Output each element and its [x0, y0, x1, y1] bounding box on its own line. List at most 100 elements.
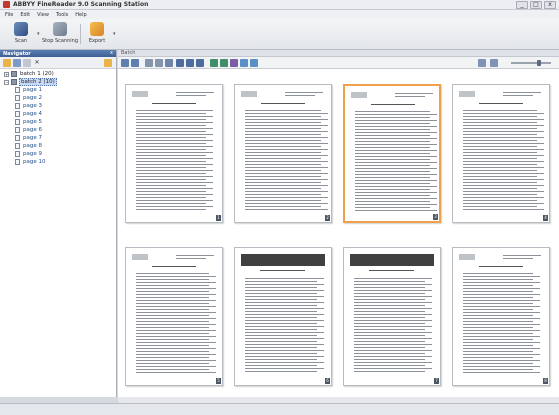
page-text-line	[245, 293, 317, 294]
page-text-line	[136, 291, 209, 292]
page-text-line	[136, 149, 206, 150]
zoom-slider[interactable]	[511, 62, 551, 64]
split-icon[interactable]	[155, 59, 163, 67]
expand-icon[interactable]: +	[4, 71, 9, 77]
tree-item-page-7[interactable]: page 7	[0, 134, 116, 142]
page-text-line	[136, 146, 213, 147]
page-text-line	[136, 285, 209, 286]
contrast-icon[interactable]	[250, 59, 258, 67]
properties-icon[interactable]	[13, 59, 21, 67]
page-number-badge: 8	[543, 378, 548, 384]
tree-item-page-3[interactable]: page 3	[0, 102, 116, 110]
page-text-line	[245, 338, 324, 339]
page-text-line	[245, 203, 328, 204]
page-thumbnail-8[interactable]: 8	[452, 247, 550, 386]
page-text-line	[136, 363, 209, 364]
rotate-left-icon[interactable]	[121, 59, 129, 67]
maximize-button[interactable]: □	[530, 1, 542, 9]
page-thumbnail-7[interactable]: 7	[343, 247, 441, 386]
page-thumbnail-6[interactable]: 6	[234, 247, 332, 386]
page-text-line	[136, 300, 216, 301]
close-button[interactable]: x	[544, 1, 556, 9]
menu-edit[interactable]: Edit	[20, 12, 30, 18]
page-text-line	[354, 335, 425, 336]
folder-icon[interactable]	[104, 59, 112, 67]
page-header-line	[176, 258, 206, 259]
collapse-icon[interactable]: −	[4, 79, 9, 85]
enhance-icon[interactable]	[210, 59, 218, 67]
page-thumbnail-4[interactable]: 4	[452, 84, 550, 223]
page-text-line	[136, 339, 209, 340]
page-text-line	[354, 326, 432, 327]
page-icon[interactable]	[145, 59, 153, 67]
page-thumbnail-3[interactable]: 3	[343, 84, 441, 223]
navigator-panel: Navigator x ✕ + batch 1 (20) − batch 2 (…	[0, 50, 117, 397]
page-text-line	[463, 360, 540, 361]
menu-tools[interactable]: Tools	[56, 12, 68, 18]
page-label: page 1	[23, 87, 42, 93]
menu-view[interactable]: View	[37, 12, 49, 18]
page-text-line	[354, 308, 432, 309]
scan-label: Scan	[14, 38, 28, 44]
page-text-line	[463, 176, 537, 177]
straighten-icon[interactable]	[196, 59, 204, 67]
page-text-line	[136, 357, 209, 358]
page-text-line	[136, 110, 213, 111]
zoom-slider-thumb[interactable]	[537, 60, 541, 66]
zoom-out-icon[interactable]	[478, 59, 486, 67]
page-text-line	[136, 167, 206, 168]
minimize-button[interactable]: _	[516, 1, 528, 9]
tree-item-page-6[interactable]: page 6	[0, 126, 116, 134]
page-thumbnail-1[interactable]: 1	[125, 84, 223, 223]
tree-item-page-9[interactable]: page 9	[0, 150, 116, 158]
page-text-line	[136, 312, 216, 313]
copy-icon[interactable]	[23, 59, 31, 67]
export-dropdown-arrow-icon[interactable]: ▾	[113, 31, 116, 37]
menu-help[interactable]: Help	[75, 12, 86, 18]
invert-icon[interactable]	[186, 59, 194, 67]
tree-item-page-2[interactable]: page 2	[0, 94, 116, 102]
menu-file[interactable]: File	[5, 12, 13, 18]
page-text-line	[355, 117, 430, 118]
color-icon[interactable]	[230, 59, 238, 67]
navigator-close-icon[interactable]: x	[110, 50, 113, 56]
scan-button[interactable]: Scan	[4, 22, 38, 48]
tree-item-page-4[interactable]: page 4	[0, 110, 116, 118]
page-text-line	[463, 191, 544, 192]
page-text-line	[245, 149, 328, 150]
page-text-line	[463, 303, 533, 304]
page-header-line	[503, 95, 533, 96]
page-text-line	[463, 125, 544, 126]
page-text-line	[463, 363, 533, 364]
page-label: page 4	[23, 111, 42, 117]
tree-item-batch-2[interactable]: − batch 2 (10)	[0, 78, 116, 86]
page-text-line	[136, 324, 216, 325]
page-text-line	[463, 324, 540, 325]
delete-icon[interactable]: ✕	[33, 59, 41, 67]
page-text-line	[136, 297, 209, 298]
page-label: page 7	[23, 135, 42, 141]
brightness-icon[interactable]	[240, 59, 248, 67]
page-text-line	[463, 348, 540, 349]
page-text-line	[463, 203, 544, 204]
tree-item-batch-1[interactable]: + batch 1 (20)	[0, 70, 116, 78]
deskew-icon[interactable]	[165, 59, 173, 67]
page-thumbnail-2[interactable]: 2	[234, 84, 332, 223]
tree-item-page-1[interactable]: page 1	[0, 86, 116, 94]
tree-item-page-5[interactable]: page 5	[0, 118, 116, 126]
stop-scanning-button[interactable]: Stop Scanning	[42, 22, 78, 48]
page-thumbnail-5[interactable]: 5	[125, 247, 223, 386]
crop-icon[interactable]	[176, 59, 184, 67]
despeckle-icon[interactable]	[220, 59, 228, 67]
app-icon	[3, 1, 10, 8]
page-text-line	[355, 138, 437, 139]
tree-item-page-8[interactable]: page 8	[0, 142, 116, 150]
tree-item-page-10[interactable]: page 10	[0, 158, 116, 166]
export-button[interactable]: Export	[80, 22, 114, 48]
page-icon	[15, 87, 20, 93]
new-batch-icon[interactable]	[3, 59, 11, 67]
rotate-right-icon[interactable]	[131, 59, 139, 67]
scan-dropdown-arrow-icon[interactable]: ▾	[37, 31, 40, 37]
page-text-line	[245, 299, 317, 300]
zoom-in-icon[interactable]	[490, 59, 498, 67]
